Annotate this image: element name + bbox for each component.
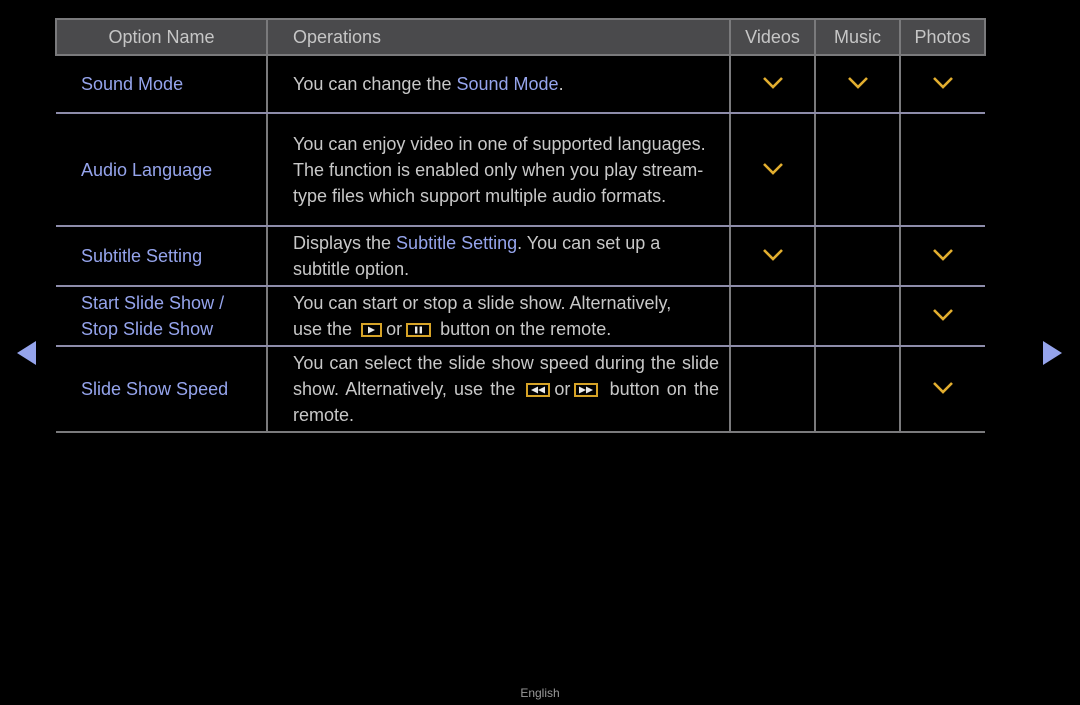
ops-text: Displays the (293, 233, 397, 253)
ops-text: You can change the (293, 74, 457, 94)
videos-cell (729, 285, 816, 347)
ops-text: . (558, 74, 564, 94)
table-row: Slide Show Speed You can select the slid… (56, 345, 985, 433)
option-name: Start Slide Show / Stop Slide Show (56, 285, 268, 347)
header-videos: Videos (729, 18, 816, 56)
operation-description: Displays the Subtitle Setting. You can s… (266, 225, 731, 287)
table-row: Subtitle Setting Displays the Subtitle S… (56, 225, 985, 287)
operation-description: You can select the slide show speed duri… (266, 345, 731, 433)
option-name: Subtitle Setting (56, 225, 268, 287)
option-name-line: Start Slide Show / (81, 293, 225, 313)
check-icon (932, 248, 954, 262)
check-icon (932, 76, 954, 90)
operation-description: You can enjoy video in one of supported … (266, 112, 731, 227)
operation-description: You can start or stop a slide show. Alte… (266, 285, 731, 347)
music-cell (814, 345, 901, 433)
previous-page-arrow-icon[interactable] (16, 340, 38, 366)
table-row: Sound Mode You can change the Sound Mode… (56, 54, 985, 114)
videos-cell (729, 345, 816, 433)
photos-cell (899, 345, 985, 433)
ops-highlight: Subtitle Setting (396, 233, 518, 253)
check-icon (762, 248, 784, 262)
videos-cell (729, 54, 816, 114)
table-row: Start Slide Show / Stop Slide Show You ca… (56, 285, 985, 347)
header-option-name: Option Name (55, 18, 268, 56)
photos-cell (899, 285, 985, 347)
music-cell (814, 54, 901, 114)
check-icon (762, 162, 784, 176)
rewind-button-icon (526, 383, 551, 397)
ops-text: use the (293, 319, 353, 339)
photos-cell (899, 225, 985, 287)
check-icon (932, 381, 954, 395)
header-photos: Photos (899, 18, 986, 56)
header-music: Music (814, 18, 901, 56)
check-icon (932, 308, 954, 322)
photos-cell (899, 54, 985, 114)
table-row: Audio Language You can enjoy video in on… (56, 112, 985, 227)
option-name: Sound Mode (56, 54, 268, 114)
ops-text: or (386, 319, 403, 339)
next-page-arrow-icon[interactable] (1041, 340, 1063, 366)
videos-cell (729, 225, 816, 287)
fast-forward-button-icon (574, 383, 599, 397)
play-button-icon (361, 323, 383, 337)
ops-text: button on the remote. (440, 319, 612, 339)
ops-highlight: Sound Mode (456, 74, 559, 94)
pause-button-icon (406, 323, 432, 337)
music-cell (814, 112, 901, 227)
footer-language: English (520, 686, 560, 700)
table-header-row: Option Name Operations Videos Music Phot… (55, 18, 986, 56)
option-name-line: Stop Slide Show (81, 319, 214, 339)
options-table: Option Name Operations Videos Music Phot… (55, 18, 986, 433)
operation-description: You can change the Sound Mode. (266, 54, 731, 114)
check-icon (762, 76, 784, 90)
photos-cell (899, 112, 985, 227)
option-name: Audio Language (56, 112, 268, 227)
ops-text: or (554, 379, 571, 399)
music-cell (814, 285, 901, 347)
header-operations: Operations (266, 18, 731, 56)
videos-cell (729, 112, 816, 227)
ops-text: You can start or stop a slide show. Alte… (293, 293, 672, 313)
option-name: Slide Show Speed (56, 345, 268, 433)
music-cell (814, 225, 901, 287)
check-icon (847, 76, 869, 90)
